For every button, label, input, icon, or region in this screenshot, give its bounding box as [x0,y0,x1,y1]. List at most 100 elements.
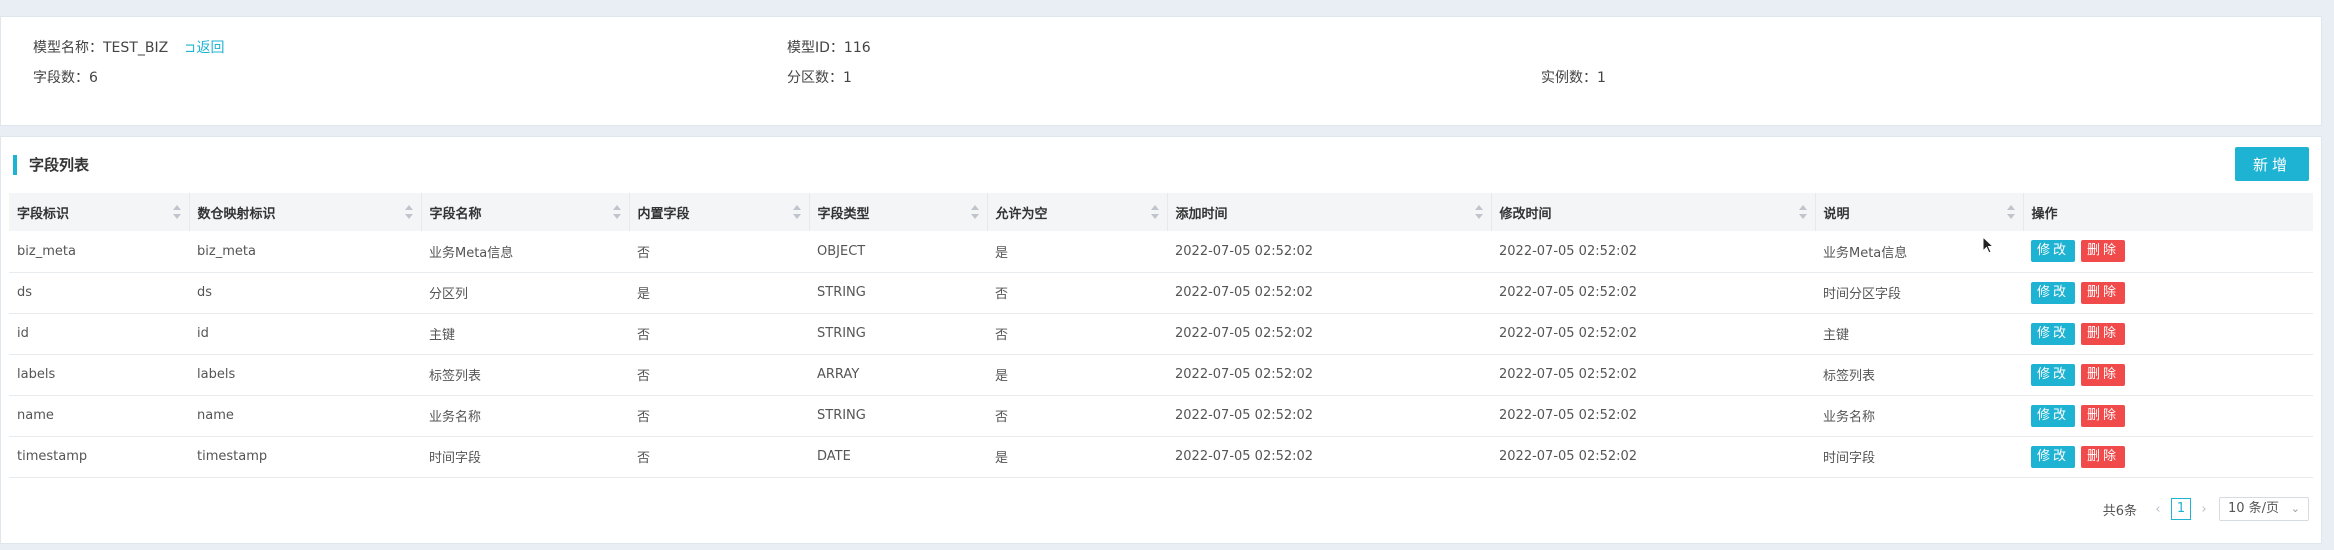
table-cell: 2022-07-05 02:52:02 [1167,313,1491,355]
column-header-label: 内置字段 [637,206,690,222]
column-header[interactable]: 添加时间 [1167,193,1492,231]
table-row: name name 业务名称否 STRING 否 2022-07-05 02:52:02 2… [9,395,2313,437]
column-header-label: 字段名称 [429,206,482,222]
table-cell: STRING [809,313,987,355]
table-cell: 否 [629,231,809,273]
table-row: id id 主键否 STRING 否 2022-07-05 02:52:02 2022-07… [9,313,2313,355]
table-cell: 标签列表 [421,354,629,396]
info-row: 字段数：6 分区数：1 实例数：1 [1,67,2321,87]
sort-icon[interactable] [172,205,181,219]
table-header-row: 字段标识 数仓映射标识 字段名称 内置字段 字段类型 允许为空 添加时间 修改时间 说明 操作 [9,193,2313,231]
table-row: timestamp timestamp 时间字段否 DATE 是 2022-07-05 0… [9,436,2313,478]
column-header[interactable]: 数仓映射标识 [189,193,422,231]
column-header-label: 数仓映射标识 [197,206,276,222]
model-name: 模型名称：TEST_BIZ ⊐返回 [33,37,225,57]
table-cell: 主键 [421,313,629,355]
model-name-value: TEST_BIZ [103,40,169,56]
next-page-icon[interactable]: › [2197,502,2211,517]
delete-button[interactable]: 删除 [2081,404,2126,427]
edit-button[interactable]: 修改 [2031,445,2076,468]
mouse-cursor-icon [1982,236,1994,254]
table-cell: ds [9,272,189,314]
edit-button[interactable]: 修改 [2031,322,2076,345]
sort-icon[interactable] [404,205,413,219]
table-cell: 2022-07-05 02:52:02 [1491,395,1815,437]
table-cell: id [189,313,421,355]
column-header[interactable]: 说明 [1815,193,2024,231]
actions-cell: 修改 删除 [2023,313,2313,355]
section-title: 字段列表 [13,155,89,175]
table-cell: 时间字段 [421,436,629,478]
field-table: 字段标识 数仓映射标识 字段名称 内置字段 字段类型 允许为空 添加时间 修改时间 说明 操作 b… [9,193,2313,478]
sort-icon[interactable] [2006,205,2015,219]
edit-button[interactable]: 修改 [2031,281,2076,304]
actions-cell: 修改 删除 [2023,395,2313,437]
sort-icon[interactable] [612,205,621,219]
table-cell: 2022-07-05 02:52:02 [1167,272,1491,314]
table-cell: 2022-07-05 02:52:02 [1167,436,1491,478]
delete-button[interactable]: 删除 [2081,363,2126,386]
table-cell: labels [9,354,189,396]
table-cell: id [9,313,189,355]
actions-cell: 修改 删除 [2023,272,2313,314]
actions-cell: 修改 删除 [2023,354,2313,396]
column-header[interactable]: 字段标识 [9,193,190,231]
sort-icon[interactable] [792,205,801,219]
page-size-select[interactable]: 10 条/页 ⌄ [2219,497,2309,521]
table-cell: 是 [629,272,809,314]
back-link-label: 返回 [196,40,225,56]
table-cell: 否 [629,354,809,396]
column-header-label: 字段标识 [17,206,70,222]
table-cell: name [189,395,421,437]
partition-count-label: 分区数： [787,70,843,86]
add-field-button[interactable]: 新增 [2235,147,2309,181]
edit-button[interactable]: 修改 [2031,363,2076,386]
delete-button[interactable]: 删除 [2081,322,2126,345]
page-number[interactable]: 1 [2171,498,2191,520]
table-cell: STRING [809,395,987,437]
table-body: biz_meta biz_meta 业务Meta信息否 OBJECT 是 2022-07-… [9,231,2313,478]
prev-page-icon[interactable]: ‹ [2151,502,2165,517]
table-cell: 否 [629,395,809,437]
model-id-label: 模型ID： [787,40,844,56]
table-cell: 业务Meta信息 [421,231,629,273]
column-header[interactable]: 操作 [2023,193,2313,231]
partition-count-value: 1 [843,70,852,86]
instance-count-label: 实例数： [1541,70,1597,86]
sort-icon[interactable] [1150,205,1159,219]
sort-icon[interactable] [970,205,979,219]
column-header-label: 操作 [2031,206,2058,222]
table-row: biz_meta biz_meta 业务Meta信息否 OBJECT 是 2022-07-… [9,231,2313,273]
table-row: labels labels 标签列表否 ARRAY 是 2022-07-05 02:52:… [9,354,2313,396]
sort-icon[interactable] [1474,205,1483,219]
table-row: ds ds 分区列是 STRING 否 2022-07-05 02:52:02 2022-0… [9,272,2313,314]
table-cell: DATE [809,436,987,478]
column-header-label: 允许为空 [995,206,1048,222]
back-link[interactable]: ⊐返回 [185,40,225,56]
table-cell: name [9,395,189,437]
table-cell: labels [189,354,421,396]
table-cell: 业务名称 [1815,395,2023,437]
column-header[interactable]: 修改时间 [1491,193,1816,231]
column-header[interactable]: 字段类型 [809,193,988,231]
delete-button[interactable]: 删除 [2081,281,2126,304]
table-cell: 否 [987,313,1167,355]
column-header[interactable]: 内置字段 [629,193,810,231]
pagination: 共6条 ‹ 1 › 10 条/页 ⌄ [2103,497,2309,521]
sort-icon[interactable] [1798,205,1807,219]
table-cell: timestamp [189,436,421,478]
edit-button[interactable]: 修改 [2031,240,2076,263]
edit-button[interactable]: 修改 [2031,404,2076,427]
instance-count: 实例数：1 [1541,67,1606,87]
model-id-value: 116 [843,40,871,56]
instance-count-value: 1 [1597,70,1606,86]
table-cell: 2022-07-05 02:52:02 [1491,272,1815,314]
column-header[interactable]: 允许为空 [987,193,1168,231]
column-header[interactable]: 字段名称 [421,193,630,231]
table-cell: ARRAY [809,354,987,396]
model-name-label: 模型名称： [33,40,103,56]
delete-button[interactable]: 删除 [2081,240,2126,263]
delete-button[interactable]: 删除 [2081,445,2126,468]
field-list-panel: 字段列表 新增 字段标识 数仓映射标识 字段名称 内置字段 字段类型 允许为空 添加时间 修改… [0,136,2322,544]
table-cell: 2022-07-05 02:52:02 [1491,313,1815,355]
